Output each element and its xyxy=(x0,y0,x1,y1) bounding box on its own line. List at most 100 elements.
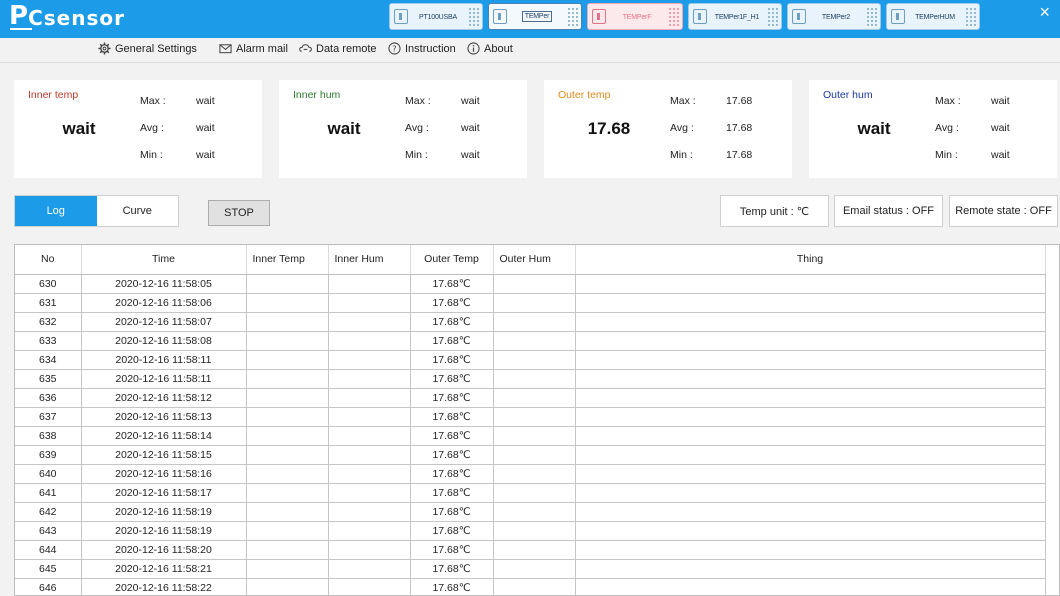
cell-time: 2020-12-16 11:58:07 xyxy=(80,312,247,332)
usb-plug-icon xyxy=(493,9,507,24)
stop-button[interactable]: STOP xyxy=(208,200,270,226)
max-label: Max : xyxy=(670,95,696,107)
menu-data-remote[interactable]: Data remote xyxy=(299,42,377,55)
close-icon[interactable]: × xyxy=(1039,3,1050,21)
table-row[interactable]: 634 2020-12-16 11:58:11 17.68℃ xyxy=(15,350,1046,370)
cell-time: 2020-12-16 11:58:12 xyxy=(80,388,247,408)
cell-no: 633 xyxy=(15,331,82,351)
table-row[interactable]: 633 2020-12-16 11:58:08 17.68℃ xyxy=(15,331,1046,351)
device-temper1f-h1[interactable]: TEMPer1F_H1 xyxy=(688,3,782,30)
logo-underline xyxy=(10,28,32,30)
table-row[interactable]: 636 2020-12-16 11:58:12 17.68℃ xyxy=(15,388,1046,408)
cell-inner-temp xyxy=(245,521,329,541)
cell-inner-hum xyxy=(327,293,411,313)
cell-outer-temp: 17.68℃ xyxy=(409,578,494,595)
cell-thing xyxy=(574,293,1046,313)
device-name: TEMPerF xyxy=(622,13,652,21)
max-label: Max : xyxy=(140,95,166,107)
gear-icon xyxy=(98,42,111,55)
cell-inner-hum xyxy=(327,578,411,595)
table-row[interactable]: 642 2020-12-16 11:58:19 17.68℃ xyxy=(15,502,1046,522)
envelope-icon xyxy=(219,44,232,54)
menu-instruction[interactable]: ? Instruction xyxy=(388,42,456,55)
cell-inner-hum xyxy=(327,369,411,389)
table-row[interactable]: 631 2020-12-16 11:58:06 17.68℃ xyxy=(15,293,1046,313)
avg-value: 17.68 xyxy=(726,122,753,134)
table-row[interactable]: 639 2020-12-16 11:58:15 17.68℃ xyxy=(15,445,1046,465)
table-row[interactable]: 645 2020-12-16 11:58:21 17.68℃ xyxy=(15,559,1046,579)
logo-letter: P xyxy=(9,1,28,31)
cell-outer-hum xyxy=(492,445,576,465)
cell-no: 641 xyxy=(15,483,82,503)
grip-dots-icon xyxy=(965,6,976,27)
max-value: wait xyxy=(461,95,480,107)
cell-thing xyxy=(574,521,1046,541)
cell-thing xyxy=(574,312,1046,332)
cell-inner-temp xyxy=(245,578,329,595)
card-current-value: wait xyxy=(62,119,96,138)
tab-log[interactable]: Log xyxy=(15,196,97,226)
device-temperhum[interactable]: TEMPerHUM xyxy=(886,3,980,30)
email-status-button[interactable]: Email status : OFF xyxy=(834,195,943,227)
cell-no: 643 xyxy=(15,521,82,541)
card-title: Outer hum xyxy=(823,89,873,101)
cell-outer-hum xyxy=(492,521,576,541)
table-row[interactable]: 644 2020-12-16 11:58:20 17.68℃ xyxy=(15,540,1046,560)
grip-dots-icon xyxy=(566,6,578,27)
remote-state-button[interactable]: Remote state : OFF xyxy=(949,195,1058,227)
cell-outer-hum xyxy=(492,578,576,595)
cell-thing xyxy=(574,502,1046,522)
table-row[interactable]: 632 2020-12-16 11:58:07 17.68℃ xyxy=(15,312,1046,332)
card-current-value: wait xyxy=(857,119,891,138)
table-row[interactable]: 635 2020-12-16 11:58:11 17.68℃ xyxy=(15,369,1046,389)
column-header-outer-temp[interactable]: Outer Temp xyxy=(410,245,494,275)
cell-outer-temp: 17.68℃ xyxy=(409,350,494,370)
menu-alarm-mail[interactable]: Alarm mail xyxy=(219,42,288,55)
avg-label: Avg : xyxy=(670,122,694,134)
cell-outer-temp: 17.68℃ xyxy=(409,445,494,465)
device-temper[interactable]: TEMPer xyxy=(488,3,582,30)
device-temperf[interactable]: TEMPerF xyxy=(587,3,683,30)
table-row[interactable]: 638 2020-12-16 11:58:14 17.68℃ xyxy=(15,426,1046,446)
max-label: Max : xyxy=(935,95,961,107)
card-outer-hum: Outer hum wait Max : Avg : Min : wait wa… xyxy=(809,80,1057,178)
max-label: Max : xyxy=(405,95,431,107)
cell-outer-temp: 17.68℃ xyxy=(409,388,494,408)
column-header-inner-temp[interactable]: Inner Temp xyxy=(246,245,329,275)
column-header-time[interactable]: Time xyxy=(81,245,247,275)
device-pt100usba[interactable]: PT100USBA xyxy=(389,3,483,30)
app-logo: P Csensor xyxy=(9,1,125,29)
cell-outer-hum xyxy=(492,426,576,446)
column-header-thing[interactable]: Thing xyxy=(575,245,1046,275)
cell-thing xyxy=(574,445,1046,465)
table-row[interactable]: 630 2020-12-16 11:58:05 17.68℃ xyxy=(15,274,1046,294)
device-temper2[interactable]: TEMPer2 xyxy=(787,3,881,30)
column-header-no[interactable]: No xyxy=(15,245,82,275)
cell-inner-hum xyxy=(327,445,411,465)
table-row[interactable]: 640 2020-12-16 11:58:16 17.68℃ xyxy=(15,464,1046,484)
table-row[interactable]: 641 2020-12-16 11:58:17 17.68℃ xyxy=(15,483,1046,503)
table-row[interactable]: 637 2020-12-16 11:58:13 17.68℃ xyxy=(15,407,1046,427)
table-row[interactable]: 643 2020-12-16 11:58:19 17.68℃ xyxy=(15,521,1046,541)
cell-outer-hum xyxy=(492,388,576,408)
menu-general-settings[interactable]: General Settings xyxy=(98,42,197,55)
card-title: Outer temp xyxy=(558,89,611,101)
info-icon xyxy=(467,42,480,55)
table-row[interactable]: 646 2020-12-16 11:58:22 17.68℃ xyxy=(15,578,1046,595)
menu-about[interactable]: About xyxy=(467,42,513,55)
usb-plug-icon xyxy=(592,9,606,24)
tab-curve[interactable]: Curve xyxy=(97,196,179,226)
cell-outer-hum xyxy=(492,540,576,560)
cell-no: 640 xyxy=(15,464,82,484)
temp-unit-button[interactable]: Temp unit : ℃ xyxy=(720,195,829,227)
cell-time: 2020-12-16 11:58:11 xyxy=(80,369,247,389)
column-header-outer-hum[interactable]: Outer Hum xyxy=(493,245,576,275)
cell-no: 632 xyxy=(15,312,82,332)
cell-outer-hum xyxy=(492,293,576,313)
cell-outer-hum xyxy=(492,350,576,370)
cell-outer-temp: 17.68℃ xyxy=(409,293,494,313)
cell-time: 2020-12-16 11:58:15 xyxy=(80,445,247,465)
cell-no: 634 xyxy=(15,350,82,370)
question-icon: ? xyxy=(388,42,401,55)
column-header-inner-hum[interactable]: Inner Hum xyxy=(328,245,411,275)
